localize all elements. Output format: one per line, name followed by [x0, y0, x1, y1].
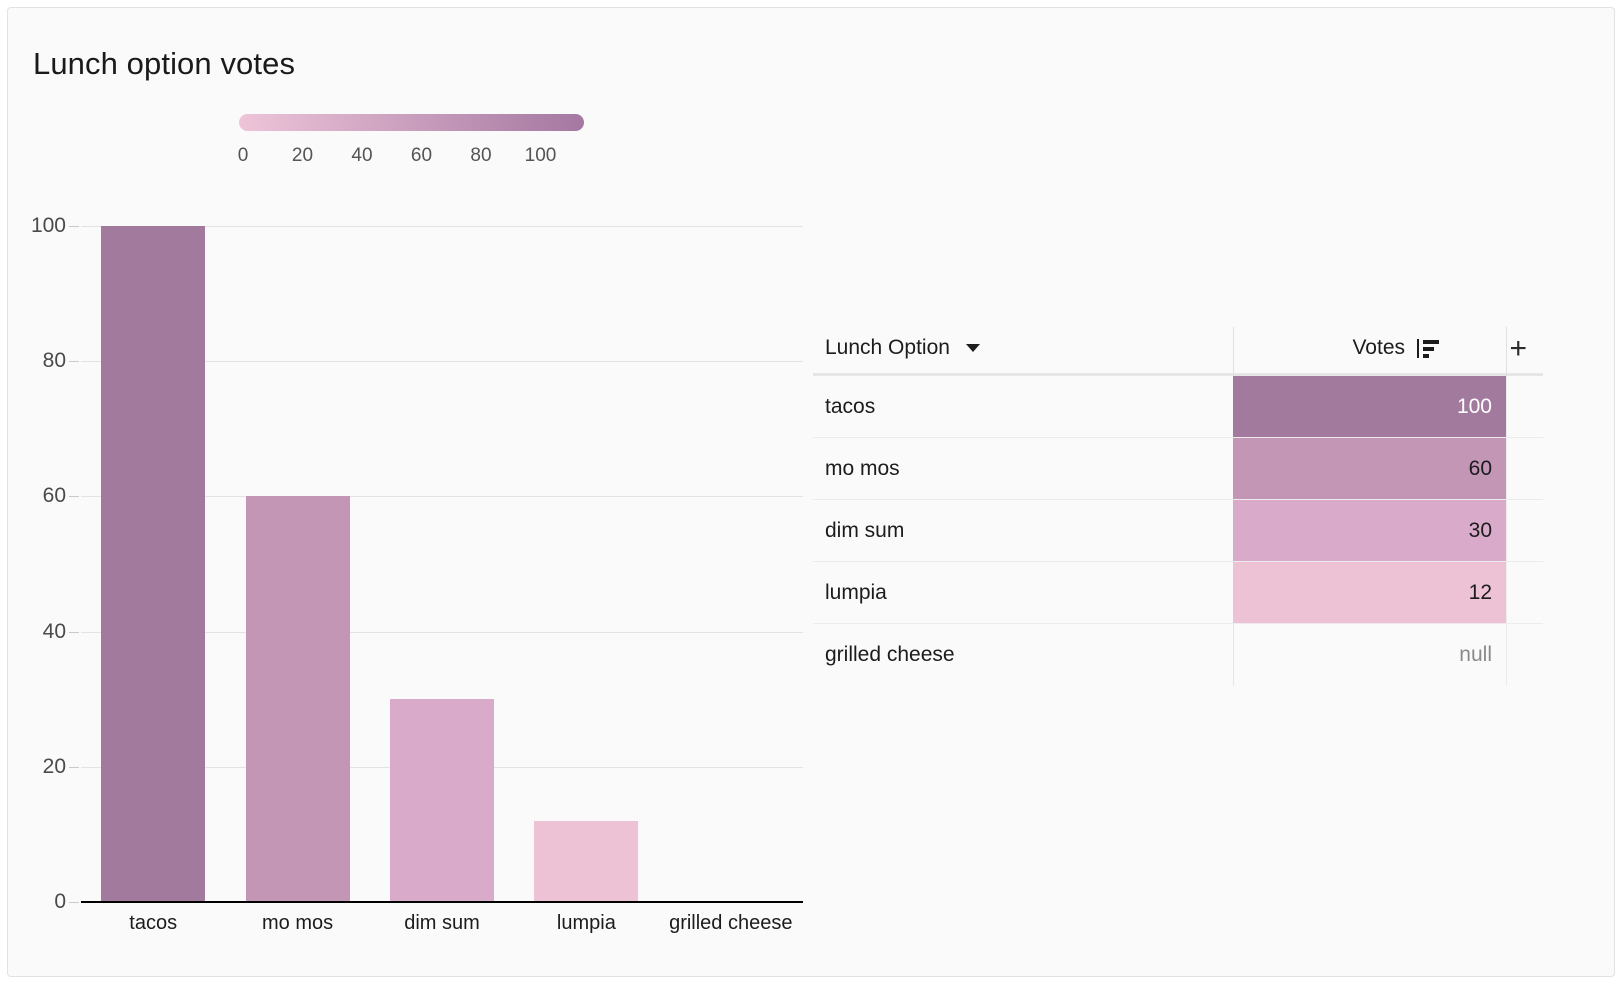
column-header-votes[interactable]: Votes [1352, 336, 1439, 360]
y-axis-tick-80: 80 [42, 349, 66, 373]
y-axis-tick-0: 0 [54, 890, 66, 913]
sort-descending-icon[interactable] [1417, 338, 1439, 358]
bar-slot-lumpia: lumpia [514, 226, 658, 934]
table-row[interactable]: dim sum 30 [813, 500, 1543, 562]
y-axis-tick-20: 20 [42, 754, 66, 778]
cell-votes: 60 [1233, 438, 1543, 499]
bar-lumpia[interactable] [534, 820, 639, 902]
add-column-button[interactable]: + [1509, 334, 1527, 364]
y-axis-tickmark-20 [69, 766, 79, 768]
x-axis-label-grilled-cheese: grilled cheese [669, 912, 793, 934]
cell-votes: 100 [1233, 376, 1543, 437]
table-row[interactable]: lumpia 12 [813, 562, 1543, 624]
column-header-lunch-option-label: Lunch Option [825, 336, 950, 359]
column-header-lunch-option[interactable]: Lunch Option [825, 336, 980, 360]
cell-votes: null [1233, 624, 1543, 686]
table-row[interactable]: mo mos 60 [813, 438, 1543, 500]
bars-group: tacos mo mos dim sum lumpia grilled cheese [81, 226, 803, 934]
y-axis-tickmark-40 [69, 631, 79, 633]
votes-value: 30 [1468, 518, 1492, 542]
votes-value: 60 [1468, 456, 1492, 480]
y-axis-tick-100: 100 [30, 214, 66, 237]
y-axis-tickmark-100 [69, 226, 79, 227]
table-header-row: Lunch Option Votes + [813, 310, 1543, 376]
cell-lunch-option: tacos [825, 394, 876, 418]
cell-lunch-option: dim sum [825, 518, 905, 542]
cell-lunch-option: lumpia [825, 580, 887, 604]
plot-area: 0 20 40 60 80 100 tacos mo mos dim sum lumpia gri… [31, 214, 803, 934]
table-body: tacos 100 mo mos 60 dim sum 30 lumpia 12 grilled… [813, 376, 1543, 686]
x-axis-label-mo-mos: mo mos [262, 912, 334, 934]
table-row[interactable]: grilled cheese null [813, 624, 1543, 686]
x-axis-line [81, 901, 803, 903]
votes-value: 100 [1456, 394, 1492, 418]
votes-value: 12 [1468, 580, 1492, 604]
y-axis-tick-40: 40 [42, 619, 66, 643]
y-axis-tickmark-80 [69, 361, 79, 363]
bar-tacos[interactable] [101, 226, 206, 902]
bar-slot-grilled-cheese: grilled cheese [659, 226, 803, 934]
y-axis-tick-60: 60 [42, 484, 66, 508]
y-axis-tickmark-60 [69, 496, 79, 498]
chevron-down-icon[interactable] [965, 344, 980, 352]
bar-slot-tacos: tacos [81, 226, 225, 934]
cell-lunch-option: grilled cheese [825, 643, 955, 666]
cell-lunch-option: mo mos [825, 456, 900, 480]
bar-dim-sum[interactable] [390, 699, 494, 902]
bar-chart: 0 20 40 60 80 100 tacos mo mos dim sum lumpia gri… [8, 8, 808, 976]
header-column-divider-1 [1233, 327, 1234, 376]
column-header-votes-label: Votes [1352, 336, 1405, 359]
bar-mo-mos[interactable] [245, 496, 350, 902]
x-axis-label-tacos: tacos [129, 912, 178, 934]
x-axis-label-lumpia: lumpia [556, 912, 616, 934]
bar-slot-dim-sum: dim sum [370, 226, 514, 934]
x-axis-label-dim-sum: dim sum [404, 912, 480, 934]
data-table: Lunch Option Votes + tacos 100 mo mos 60 dim… [813, 310, 1543, 686]
cell-votes: 12 [1233, 562, 1543, 623]
bar-slot-mo-mos: mo mos [225, 226, 369, 934]
y-axis-tickmark-0 [69, 902, 79, 903]
chart-card: Lunch option votes 0 20 40 60 80 100 0 20 40 60 8… [7, 7, 1615, 977]
table-row[interactable]: tacos 100 [813, 376, 1543, 438]
cell-votes: 30 [1233, 500, 1543, 561]
votes-value: null [1459, 643, 1492, 666]
header-column-divider-2 [1506, 327, 1507, 376]
